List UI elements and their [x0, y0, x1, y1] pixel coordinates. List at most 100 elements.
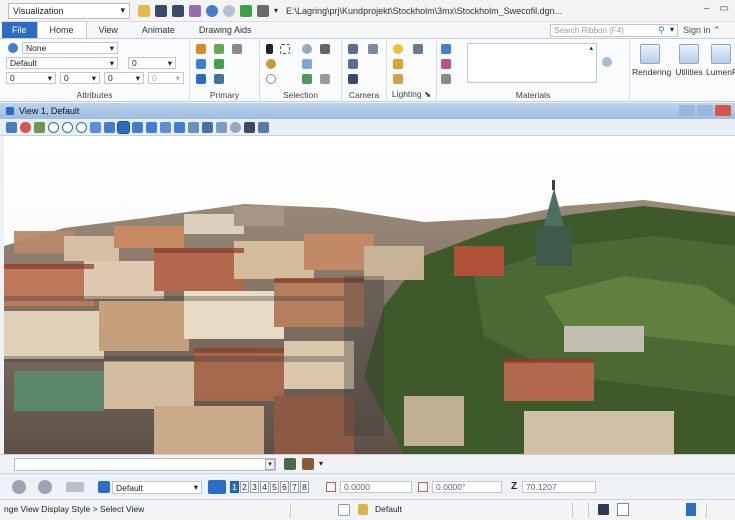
view-window-titlebar[interactable]: View 1, Default — [0, 103, 735, 119]
camera-walk-icon[interactable] — [348, 74, 358, 84]
properties-icon[interactable] — [214, 74, 224, 84]
view-button-6[interactable]: 6 — [280, 481, 289, 493]
view-button-7[interactable]: 7 — [290, 481, 299, 493]
view-groups-icon[interactable] — [66, 482, 84, 492]
select-all-icon[interactable] — [302, 44, 312, 54]
sphere-icon[interactable] — [230, 121, 241, 133]
copy-view-icon[interactable] — [160, 121, 171, 133]
tab-home[interactable]: Home — [36, 21, 87, 38]
view-next-icon[interactable] — [146, 121, 157, 133]
invert-selection-icon[interactable] — [302, 59, 312, 69]
render-icon[interactable] — [216, 121, 227, 133]
explorer-icon[interactable] — [196, 74, 206, 84]
view-3d-viewport[interactable] — [4, 136, 735, 454]
dialog-launcher-icon[interactable]: ⬊ — [424, 89, 431, 99]
fence-icon[interactable] — [266, 74, 276, 84]
rendering-button[interactable]: Rendering — [632, 44, 671, 77]
compress-icon[interactable] — [189, 4, 201, 17]
display-style-icon[interactable] — [20, 121, 31, 133]
view-close-button[interactable] — [715, 105, 731, 116]
display-style-dropdown[interactable]: Default ▾ — [112, 481, 202, 494]
pan-view-icon[interactable] — [117, 120, 130, 134]
open-folder-icon[interactable] — [138, 4, 150, 17]
camera-view-icon[interactable] — [174, 121, 185, 133]
level-manager-icon[interactable] — [214, 44, 224, 54]
view-button-8[interactable]: 8 — [300, 481, 309, 493]
customize-qat-icon[interactable]: ▾ — [274, 6, 278, 15]
weight-dropdown[interactable]: 0 ▾ — [60, 72, 100, 84]
locks-icon[interactable] — [338, 504, 350, 516]
workflow-selector[interactable]: Visualization ▾ — [8, 2, 130, 19]
save-settings-icon[interactable] — [172, 4, 184, 17]
select-box-icon[interactable] — [280, 44, 290, 54]
angle-field[interactable]: 0.0000° — [432, 481, 502, 493]
level-dropdown[interactable]: None ▾ — [22, 42, 118, 54]
view-button-1[interactable]: 1 — [230, 481, 239, 493]
models-icon[interactable] — [196, 59, 206, 69]
color-dropdown[interactable]: 0 ▾ — [6, 72, 56, 84]
camera-setup-icon[interactable] — [348, 44, 358, 54]
element-template-dropdown[interactable]: Default ▾ — [6, 57, 118, 69]
camera-lens-icon[interactable] — [368, 44, 378, 54]
search-icon[interactable]: ⚲ — [658, 25, 665, 36]
attach-tools-icon[interactable] — [214, 59, 224, 69]
back-icon[interactable] — [12, 480, 26, 494]
chevron-down-icon[interactable]: ▾ — [265, 459, 275, 470]
group-icon[interactable] — [302, 74, 312, 84]
keyin-input[interactable] — [14, 458, 276, 471]
rotate-view-icon[interactable] — [104, 121, 115, 133]
save-icon[interactable] — [155, 4, 167, 17]
lumenrt-button[interactable]: LumenR — [706, 44, 735, 77]
references-icon[interactable] — [232, 44, 242, 54]
light-manager-icon[interactable] — [413, 44, 423, 54]
view-status-icon[interactable] — [686, 503, 696, 516]
x-coordinate-field[interactable]: 0.0000 — [340, 481, 412, 493]
apply-material-icon[interactable] — [441, 59, 451, 69]
pin-icon[interactable] — [240, 4, 252, 17]
tab-file[interactable]: File — [2, 22, 37, 38]
view-previous-icon[interactable] — [132, 121, 143, 133]
keyin-browse-icon[interactable] — [284, 458, 296, 470]
camera-target-icon[interactable] — [348, 59, 358, 69]
material-palette-list[interactable]: ▴ — [467, 43, 597, 83]
place-light-icon[interactable] — [393, 59, 403, 69]
redo-icon[interactable] — [223, 4, 235, 17]
ungroup-icon[interactable] — [320, 74, 330, 84]
chevron-down-icon[interactable]: ▾ — [670, 25, 674, 34]
view-attributes-icon[interactable] — [6, 121, 17, 133]
model-status-icon[interactable] — [617, 503, 629, 516]
view-maximize-button[interactable] — [697, 105, 713, 116]
view-button-3[interactable]: 3 — [250, 481, 259, 493]
zoom-out-icon[interactable] — [62, 121, 73, 133]
forward-icon[interactable] — [38, 480, 52, 494]
remove-material-icon[interactable] — [441, 74, 451, 84]
keyin-filter-icon[interactable] — [302, 458, 314, 470]
chevron-up-icon[interactable]: ⌃ — [713, 25, 721, 35]
transparency-dropdown[interactable]: 0 ▾ — [104, 72, 144, 84]
walk-icon[interactable] — [244, 121, 255, 133]
select-element-icon[interactable] — [266, 44, 273, 54]
save-status-icon[interactable] — [598, 504, 609, 515]
view-settings-icon[interactable] — [34, 121, 45, 133]
clip-volume-icon[interactable] — [188, 121, 199, 133]
line-style-dropdown[interactable]: 0 ▾ — [128, 57, 176, 69]
display-style-selector-icon[interactable] — [98, 481, 110, 493]
window-area-icon[interactable] — [76, 121, 87, 133]
tab-drawing-aids[interactable]: Drawing Aids — [187, 22, 264, 38]
undo-icon[interactable] — [206, 4, 218, 17]
lock-icon[interactable] — [358, 504, 368, 515]
view-button-2[interactable]: 2 — [240, 481, 249, 493]
view-minimize-button[interactable] — [679, 105, 695, 116]
view-button-5[interactable]: 5 — [270, 481, 279, 493]
view-button-4[interactable]: 4 — [260, 481, 269, 493]
z-coordinate-field[interactable]: 70.1207 — [522, 481, 596, 493]
tab-animate[interactable]: Animate — [130, 22, 187, 38]
view-windows-icon[interactable] — [208, 480, 226, 494]
toggle-icon[interactable] — [258, 121, 269, 133]
fit-view-icon[interactable] — [90, 121, 101, 133]
element-selection-icon[interactable] — [196, 44, 206, 54]
minimize-button[interactable]: – — [704, 3, 710, 14]
sign-in-link[interactable]: Sign in ⌃ — [683, 25, 721, 36]
material-editor-icon[interactable] — [441, 44, 451, 54]
tab-view[interactable]: View — [87, 22, 130, 38]
